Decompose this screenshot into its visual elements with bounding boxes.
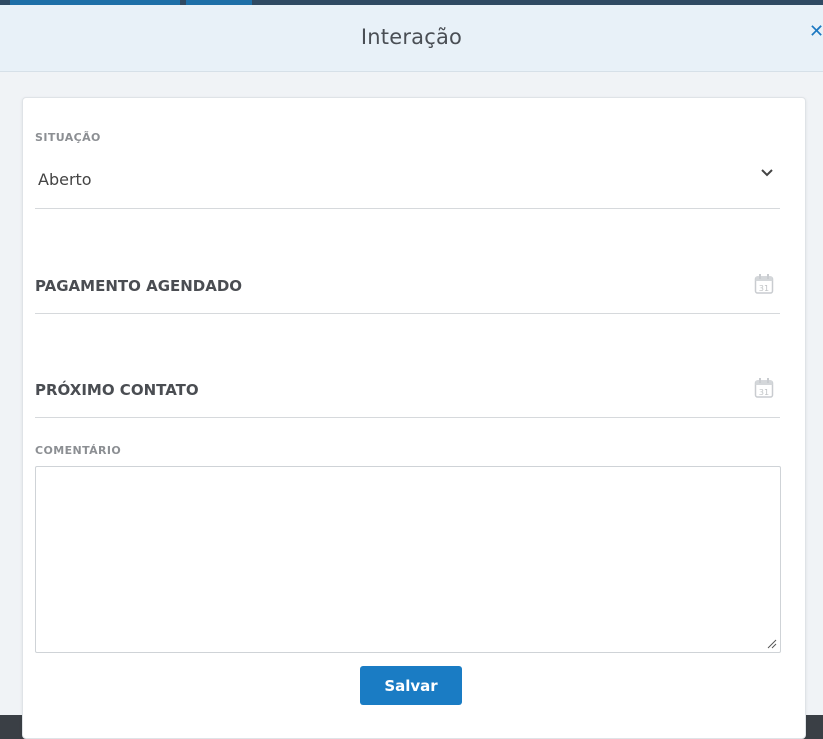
interaction-modal: Interação ✕ SITUAÇÃO Aberto PAGAMENTO AG… — [0, 5, 823, 739]
resize-handle-icon[interactable] — [767, 639, 777, 649]
comentario-label: COMENTÁRIO — [35, 444, 122, 457]
pagamento-agendado-field[interactable]: PAGAMENTO AGENDADO 31 — [35, 265, 780, 314]
svg-text:31: 31 — [759, 284, 769, 293]
proximo-contato-field[interactable]: PRÓXIMO CONTATO 31 — [35, 369, 780, 418]
chevron-down-icon — [761, 169, 773, 177]
modal-title: Interação — [360, 25, 463, 49]
situacao-value: Aberto — [38, 170, 92, 189]
svg-text:31: 31 — [759, 388, 769, 397]
proximo-contato-label: PRÓXIMO CONTATO — [35, 381, 199, 399]
comentario-textarea[interactable] — [35, 466, 781, 653]
close-icon[interactable]: ✕ — [809, 23, 823, 41]
form-card: SITUAÇÃO Aberto PAGAMENTO AGENDADO 31 PR… — [22, 97, 806, 739]
save-button[interactable]: Salvar — [360, 666, 462, 705]
modal-header: Interação ✕ — [0, 5, 823, 72]
pagamento-agendado-label: PAGAMENTO AGENDADO — [35, 277, 243, 295]
situacao-label: SITUAÇÃO — [35, 131, 101, 144]
calendar-icon[interactable]: 31 — [754, 377, 774, 399]
calendar-icon[interactable]: 31 — [754, 273, 774, 295]
situacao-select[interactable]: Aberto — [35, 158, 780, 209]
